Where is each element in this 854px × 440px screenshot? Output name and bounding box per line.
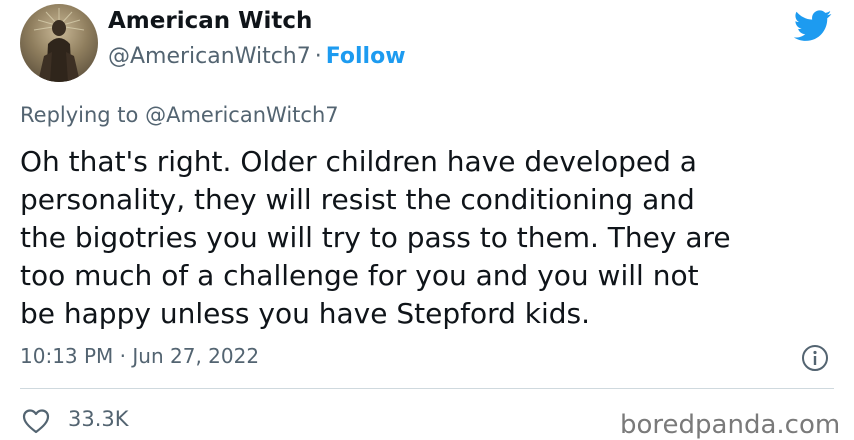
follow-button[interactable]: Follow [326,44,406,69]
tweet-text-line: be happy unless you have Stepford kids. [20,297,591,330]
author-handle-line: @AmericanWitch7 · Follow [108,44,406,69]
tweet-text-line: personality, they will resist the condit… [20,183,695,216]
handle-separator: · [314,44,322,69]
twitter-bird-icon[interactable] [794,10,832,42]
replying-prefix: Replying to [20,103,139,127]
avatar[interactable] [20,4,98,82]
tweet-text: Oh that's right. Older children have dev… [20,143,840,333]
heart-icon[interactable] [22,408,50,434]
info-icon[interactable] [801,344,829,372]
tweet-text-line: too much of a challenge for you and you … [20,259,699,292]
watermark: boredpanda.com [620,410,841,440]
tweet-text-line: Oh that's right. Older children have dev… [20,145,697,178]
author-handle[interactable]: @AmericanWitch7 [108,44,311,69]
tweet-timestamp[interactable]: 10:13 PM · Jun 27, 2022 [20,344,259,368]
replying-to: Replying to @AmericanWitch7 [20,103,339,127]
author-name[interactable]: American Witch [108,8,312,34]
tweet-card: American Witch @AmericanWitch7 · Follow Re… [0,0,854,440]
divider [20,388,834,389]
avatar-image [33,8,85,82]
like-count[interactable]: 33.3K [68,407,129,431]
tweet-text-line: the bigotries you will try to pass to th… [20,221,731,254]
reply-mention-link[interactable]: @AmericanWitch7 [145,103,339,127]
